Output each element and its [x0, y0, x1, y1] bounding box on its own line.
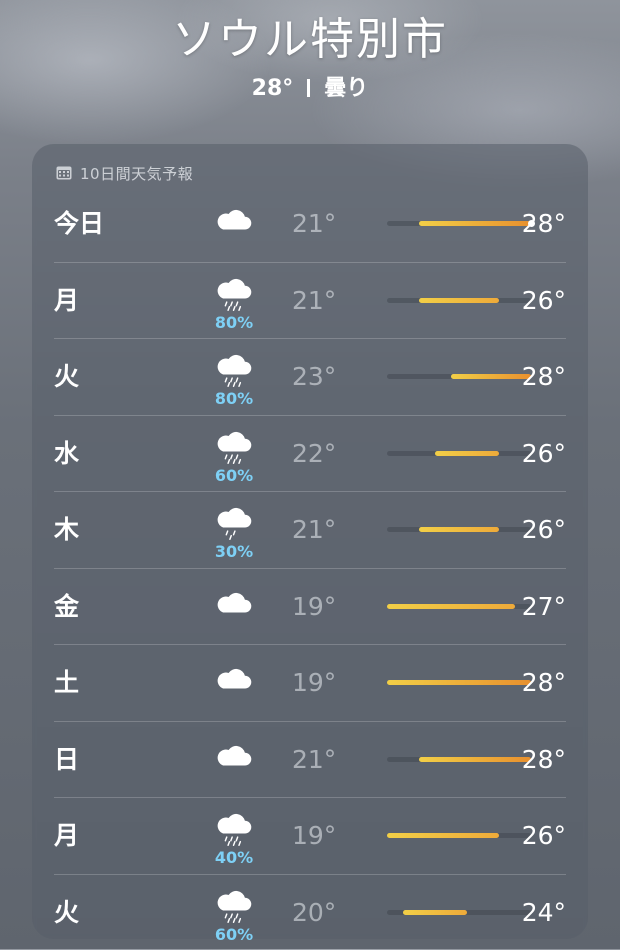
weather-icon-wrap: 80% [194, 263, 274, 338]
forecast-row[interactable]: 今日 21° 28° [54, 186, 566, 262]
cloud-icon [214, 663, 254, 703]
cloud-icon [214, 204, 254, 244]
weather-icon-wrap [194, 186, 274, 261]
cloud-icon [214, 740, 254, 780]
calendar-icon [56, 166, 72, 180]
temperature-range-bar [387, 680, 531, 685]
temperature-range-bar [387, 527, 531, 532]
temperature-range-fill [387, 680, 531, 685]
temperature-range-bar [387, 604, 531, 609]
high-temp: 28° [522, 645, 566, 720]
high-temp: 28° [522, 722, 566, 797]
low-temp: 21° [292, 186, 336, 261]
forecast-row[interactable]: 月 40% 19° 26° [54, 797, 566, 874]
temperature-range-fill [419, 757, 531, 762]
temperature-range-fill [419, 527, 499, 532]
weather-icon-wrap [194, 645, 274, 720]
cloud-rain-icon [214, 349, 254, 389]
high-temp: 26° [522, 492, 566, 567]
high-temp: 26° [522, 263, 566, 338]
temperature-range-fill [387, 833, 499, 838]
precipitation-chance: 80% [194, 313, 274, 332]
current-condition: 曇り [324, 76, 368, 101]
temperature-range-bar [387, 298, 531, 303]
weather-icon-wrap: 60% [194, 875, 274, 950]
forecast-row[interactable]: 火 60% 20° 24° [54, 874, 566, 950]
low-temp: 23° [292, 339, 336, 414]
cloud-icon [214, 587, 254, 627]
day-label: 日 [54, 722, 79, 797]
day-label: 今日 [54, 186, 104, 261]
day-label: 水 [54, 416, 79, 491]
cloud-drizzle-icon [214, 502, 254, 542]
temperature-range-fill [387, 604, 515, 609]
temperature-range-bar [387, 374, 531, 379]
temperature-range-bar [387, 451, 531, 456]
high-temp: 28° [522, 339, 566, 414]
precipitation-chance: 30% [194, 542, 274, 561]
city-name: ソウル特別市 [0, 10, 620, 70]
low-temp: 19° [292, 645, 336, 720]
low-temp: 21° [292, 722, 336, 797]
temperature-range-fill [451, 374, 531, 379]
temperature-range-bar [387, 910, 531, 915]
forecast-row[interactable]: 金 19° 27° [54, 568, 566, 645]
high-temp: 27° [522, 569, 566, 644]
cloud-rain-icon [214, 808, 254, 848]
temperature-range-bar [387, 221, 531, 226]
separator [307, 79, 310, 97]
forecast-list: 今日 21° 28° 月 80% 21° 26° 火 80% 23° 28° 水 60% 22° 26° 木 3… [54, 186, 566, 950]
low-temp: 20° [292, 875, 336, 950]
high-temp: 28° [522, 186, 566, 261]
current-temperature: 28° [252, 76, 294, 101]
high-temp: 24° [522, 875, 566, 950]
temperature-range-fill [403, 910, 467, 915]
weather-icon-wrap [194, 722, 274, 797]
day-label: 火 [54, 339, 79, 414]
day-label: 金 [54, 569, 79, 644]
card-header: 10日間天気予報 [56, 162, 193, 184]
temperature-range-fill [419, 298, 499, 303]
weather-icon-wrap: 80% [194, 339, 274, 414]
temperature-range-fill [419, 221, 531, 226]
high-temp: 26° [522, 798, 566, 873]
weather-icon-wrap: 60% [194, 416, 274, 491]
low-temp: 22° [292, 416, 336, 491]
day-label: 木 [54, 492, 79, 567]
day-label: 土 [54, 645, 79, 720]
forecast-row[interactable]: 水 60% 22° 26° [54, 415, 566, 492]
forecast-row[interactable]: 火 80% 23° 28° [54, 338, 566, 415]
temperature-range-fill [435, 451, 499, 456]
precipitation-chance: 60% [194, 466, 274, 485]
forecast-row[interactable]: 土 19° 28° [54, 644, 566, 721]
current-summary: 28° 曇り [0, 74, 620, 104]
location-header: ソウル特別市 28° 曇り [0, 10, 620, 104]
day-label: 月 [54, 798, 79, 873]
precipitation-chance: 40% [194, 848, 274, 867]
low-temp: 21° [292, 492, 336, 567]
cloud-rain-icon [214, 273, 254, 313]
day-label: 月 [54, 263, 79, 338]
low-temp: 21° [292, 263, 336, 338]
precipitation-chance: 80% [194, 389, 274, 408]
temperature-range-bar [387, 833, 531, 838]
temperature-range-bar [387, 757, 531, 762]
weather-icon-wrap [194, 569, 274, 644]
low-temp: 19° [292, 569, 336, 644]
forecast-row[interactable]: 月 80% 21° 26° [54, 262, 566, 339]
cloud-rain-icon [214, 426, 254, 466]
high-temp: 26° [522, 416, 566, 491]
low-temp: 19° [292, 798, 336, 873]
weather-icon-wrap: 40% [194, 798, 274, 873]
card-title: 10日間天気予報 [80, 163, 193, 184]
forecast-row[interactable]: 日 21° 28° [54, 721, 566, 798]
forecast-row[interactable]: 木 30% 21° 26° [54, 491, 566, 568]
cloud-rain-icon [214, 885, 254, 925]
weather-icon-wrap: 30% [194, 492, 274, 567]
day-label: 火 [54, 875, 79, 950]
ten-day-forecast-card[interactable]: 10日間天気予報 今日 21° 28° 月 80% 21° 26° 火 80% 23° 28° 水 60… [32, 144, 588, 939]
precipitation-chance: 60% [194, 925, 274, 944]
